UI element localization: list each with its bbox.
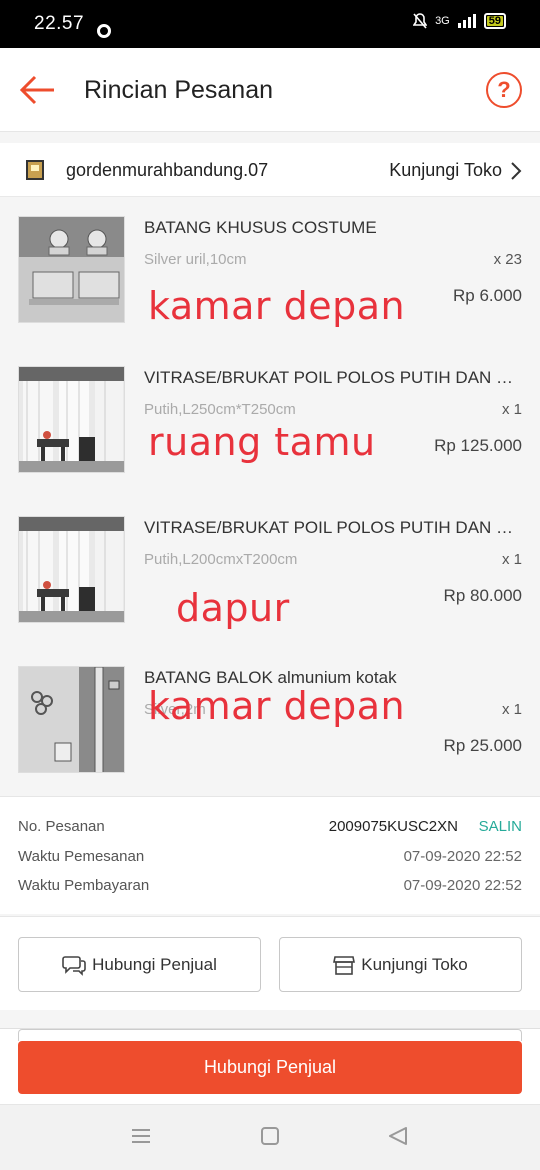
product-price: Rp 25.000 — [443, 736, 522, 755]
product-name: VITRASE/BRUKAT POIL POLOS PUTIH DAN … — [144, 368, 514, 387]
shop-avatar — [26, 160, 44, 180]
product-name: BATANG KHUSUS COSTUME — [144, 218, 377, 237]
order-number-row: No. Pesanan 2009075KUSC2XN SALIN — [18, 818, 522, 838]
product-note: ruang tamu — [148, 420, 376, 464]
mute-icon — [413, 13, 428, 29]
product-image — [18, 516, 125, 623]
order-time-value: 07-09-2020 22:52 — [403, 848, 522, 865]
visit-shop-button-label: Kunjungi Toko — [361, 954, 468, 974]
triangle-back-icon — [389, 1127, 407, 1145]
app-header: Rincian Pesanan ? — [0, 48, 540, 132]
contact-seller-primary-button[interactable]: Hubungi Penjual — [18, 1041, 522, 1094]
order-info: No. Pesanan 2009075KUSC2XN SALIN Waktu P… — [0, 796, 540, 914]
shop-row: gordenmurahbandung.07 Kunjungi Toko — [0, 143, 540, 197]
order-time-row: Waktu Pemesanan 07-09-2020 22:52 — [18, 848, 522, 868]
product-item[interactable]: BATANG BALOK almunium kotak Silver,2m x … — [0, 648, 540, 794]
status-icons: 3G 59 — [413, 13, 506, 29]
order-number-value: 2009075KUSC2XN — [328, 818, 458, 835]
product-qty: x 23 — [493, 251, 522, 268]
question-circle-icon: ? — [497, 77, 511, 102]
product-item[interactable]: BATANG KHUSUS COSTUME Silver uril,10cm x… — [0, 198, 540, 344]
location-icon — [97, 24, 111, 38]
battery-level: 59 — [488, 15, 501, 27]
product-qty: x 1 — [501, 401, 522, 418]
signal-icon — [457, 14, 476, 28]
back-button[interactable] — [18, 72, 58, 108]
visit-shop-label: Kunjungi Toko — [389, 160, 502, 180]
square-icon — [261, 1127, 279, 1145]
help-button[interactable]: ? — [486, 72, 522, 108]
hidden-button-edge — [18, 1029, 522, 1041]
network-type: 3G — [435, 15, 450, 27]
product-name: VITRASE/BRUKAT POIL POLOS PUTIH DAN … — [144, 518, 514, 537]
product-image — [18, 666, 125, 773]
product-note: dapur — [176, 586, 290, 630]
product-price: Rp 6.000 — [453, 286, 522, 305]
visit-shop-button[interactable]: Kunjungi Toko — [279, 937, 522, 992]
menu-icon — [132, 1129, 150, 1143]
payment-time-value: 07-09-2020 22:52 — [403, 877, 522, 894]
store-icon — [333, 955, 356, 975]
chevron-right-icon — [511, 161, 522, 180]
payment-time-label: Waktu Pembayaran — [18, 877, 150, 894]
home-button[interactable] — [260, 1127, 280, 1150]
nav-back-button[interactable] — [388, 1127, 408, 1150]
product-item[interactable]: VITRASE/BRUKAT POIL POLOS PUTIH DAN … Pu… — [0, 348, 540, 494]
payment-time-row: Waktu Pembayaran 07-09-2020 22:52 — [18, 877, 522, 897]
contact-seller-button[interactable]: Hubungi Penjual — [18, 937, 261, 992]
contact-seller-label: Hubungi Penjual — [92, 954, 217, 974]
product-qty: x 1 — [501, 551, 522, 568]
product-image — [18, 366, 125, 473]
system-nav-bar — [0, 1104, 540, 1170]
page-title: Rincian Pesanan — [84, 76, 274, 104]
product-variant: Putih,L200cmxT200cm — [144, 551, 298, 568]
action-buttons: Hubungi Penjual Kunjungi Toko — [0, 916, 540, 1010]
product-item[interactable]: VITRASE/BRUKAT POIL POLOS PUTIH DAN … Pu… — [0, 498, 540, 644]
product-variant: Putih,L250cm*T250cm — [144, 401, 296, 418]
contact-seller-primary-label: Hubungi Penjual — [203, 1057, 337, 1077]
bottom-action-bar: Hubungi Penjual — [0, 1028, 540, 1104]
arrow-left-icon — [19, 75, 54, 105]
product-note: kamar depan — [148, 684, 406, 728]
battery-icon: 59 — [483, 13, 506, 29]
copy-button[interactable]: SALIN — [479, 818, 522, 835]
status-bar: 22.57 3G 59 — [0, 0, 540, 48]
product-image — [18, 216, 125, 323]
product-qty: x 1 — [501, 701, 522, 718]
chat-icon — [62, 955, 86, 976]
shop-name: gordenmurahbandung.07 — [66, 160, 269, 180]
product-variant: Silver uril,10cm — [144, 251, 247, 268]
menu-button[interactable] — [131, 1127, 151, 1150]
order-time-label: Waktu Pemesanan — [18, 848, 145, 865]
status-time: 22.57 — [34, 13, 85, 34]
product-note: kamar depan — [148, 284, 406, 328]
product-price: Rp 125.000 — [434, 436, 522, 455]
order-number-label: No. Pesanan — [18, 818, 105, 835]
product-price: Rp 80.000 — [443, 586, 522, 605]
visit-shop-link[interactable]: Kunjungi Toko — [389, 160, 522, 181]
